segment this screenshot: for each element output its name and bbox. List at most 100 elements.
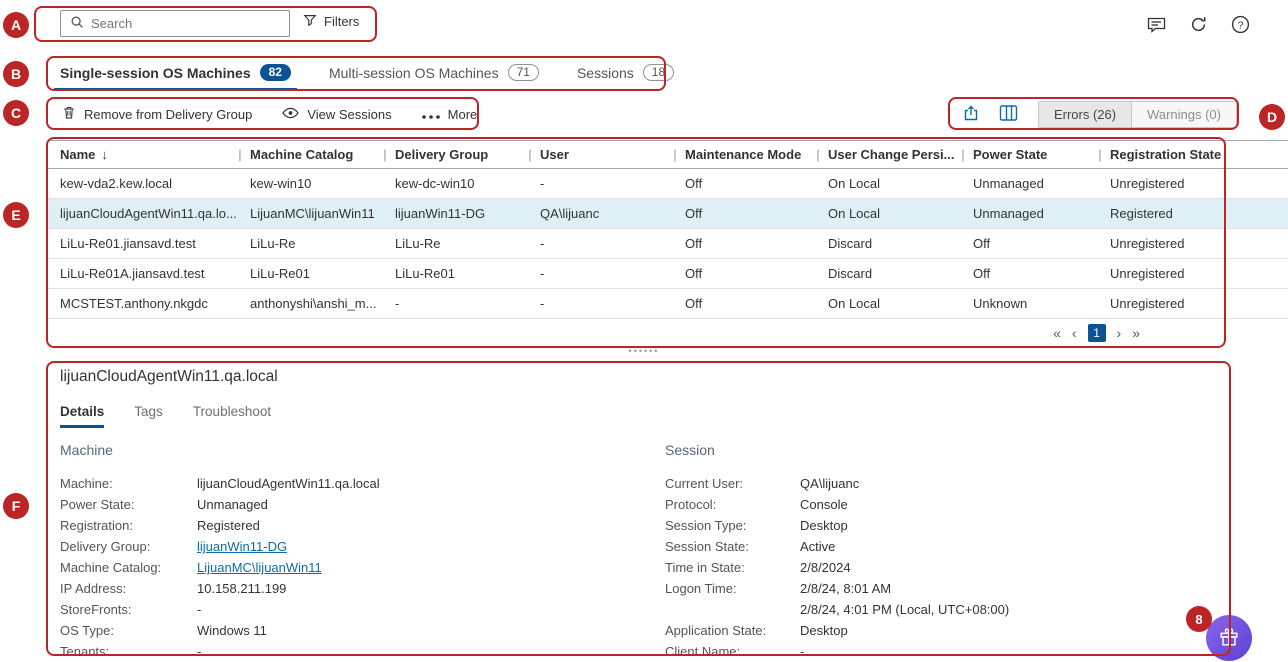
cell-power-state: Unknown bbox=[963, 296, 1100, 311]
column-header-name[interactable]: Name↓ bbox=[48, 147, 240, 162]
errors-warnings-toggle: Errors (26) Warnings (0) bbox=[1038, 101, 1237, 128]
machine-catalog-link[interactable]: LijuanMC\lijuanWin11 bbox=[197, 560, 322, 575]
field-delivery-group: Delivery Group: lijuanWin11-DG bbox=[60, 536, 380, 557]
field-storefronts: StoreFronts: - bbox=[60, 599, 380, 620]
cell-registration-state: Unregistered bbox=[1100, 236, 1288, 251]
column-header-maintenance-mode[interactable]: Maintenance Mode bbox=[675, 147, 818, 162]
column-header-registration-state[interactable]: Registration State bbox=[1100, 147, 1288, 162]
table-header-row: Name↓ Machine Catalog Delivery Group Use… bbox=[48, 140, 1288, 169]
tab-details[interactable]: Details bbox=[60, 404, 104, 428]
export-share-icon bbox=[963, 105, 979, 124]
tab-single-session-os-machines[interactable]: Single-session OS Machines 82 bbox=[60, 64, 291, 91]
field-value: - bbox=[197, 644, 201, 659]
cell-user: QA\lijuanc bbox=[530, 206, 675, 221]
cell-registration-state: Unregistered bbox=[1100, 176, 1288, 191]
column-header-user-change[interactable]: User Change Persi... bbox=[818, 147, 963, 162]
table-row-selected[interactable]: lijuanCloudAgentWin11.qa.lo... LijuanMC\… bbox=[48, 199, 1288, 229]
field-application-state: Application State: Desktop bbox=[665, 620, 1009, 641]
toolbar-right-group: Errors (26) Warnings (0) bbox=[963, 99, 1237, 129]
tab-multi-session-os-machines[interactable]: Multi-session OS Machines 71 bbox=[329, 64, 539, 91]
table-row[interactable]: MCSTEST.anthony.nkgdc anthonyshi\anshi_m… bbox=[48, 289, 1288, 319]
field-label: Current User: bbox=[665, 476, 800, 491]
columns-button[interactable] bbox=[999, 105, 1018, 124]
assistant-button[interactable] bbox=[1206, 615, 1252, 661]
session-section: Session Current User: QA\lijuanc Protoco… bbox=[665, 442, 1009, 662]
table-row[interactable]: kew-vda2.kew.local kew-win10 kew-dc-win1… bbox=[48, 169, 1288, 199]
current-page-button[interactable]: 1 bbox=[1088, 324, 1106, 342]
field-label: Session Type: bbox=[665, 518, 800, 533]
column-header-power-state[interactable]: Power State bbox=[963, 147, 1100, 162]
cell-registration-state: Unregistered bbox=[1100, 296, 1288, 311]
column-header-user[interactable]: User bbox=[530, 147, 675, 162]
search-icon bbox=[70, 15, 84, 32]
cell-user: - bbox=[530, 236, 675, 251]
tab-troubleshoot[interactable]: Troubleshoot bbox=[193, 404, 271, 428]
cell-power-state: Off bbox=[963, 266, 1100, 281]
refresh-icon bbox=[1190, 16, 1207, 36]
more-ellipsis-icon bbox=[422, 107, 440, 122]
cell-delivery-group: - bbox=[385, 296, 530, 311]
view-sessions-button[interactable]: View Sessions bbox=[282, 107, 391, 122]
refresh-button[interactable] bbox=[1190, 16, 1207, 36]
cell-user: - bbox=[530, 266, 675, 281]
toolbar-left-group: Remove from Delivery Group View Sessions… bbox=[62, 99, 477, 129]
delivery-group-link[interactable]: lijuanWin11-DG bbox=[197, 539, 287, 554]
details-panel: lijuanCloudAgentWin11.qa.local Details T… bbox=[0, 360, 1288, 662]
export-button[interactable] bbox=[963, 105, 979, 124]
tab-label: Single-session OS Machines bbox=[60, 65, 251, 81]
field-value: Active bbox=[800, 539, 835, 554]
tab-count-badge: 71 bbox=[508, 64, 539, 81]
search-input[interactable] bbox=[91, 16, 280, 31]
panel-splitter-handle[interactable]: •••••• bbox=[0, 346, 1288, 356]
column-header-delivery-group[interactable]: Delivery Group bbox=[385, 147, 530, 162]
cell-name: lijuanCloudAgentWin11.qa.lo... bbox=[48, 206, 240, 221]
feedback-button[interactable] bbox=[1147, 17, 1166, 36]
last-page-button[interactable]: » bbox=[1132, 325, 1140, 341]
cell-machine-catalog: LijuanMC\lijuanWin11 bbox=[240, 206, 385, 221]
previous-page-button[interactable]: ‹ bbox=[1072, 325, 1077, 341]
next-page-button[interactable]: › bbox=[1117, 325, 1122, 341]
cell-registration-state: Registered bbox=[1100, 206, 1288, 221]
filters-label: Filters bbox=[324, 14, 359, 29]
help-button[interactable]: ? bbox=[1231, 15, 1250, 37]
svg-text:?: ? bbox=[1238, 19, 1244, 31]
filters-button[interactable]: Filters bbox=[303, 13, 359, 30]
field-value: 10.158.211.199 bbox=[197, 581, 286, 596]
field-time-in-state: Time in State: 2/8/2024 bbox=[665, 557, 1009, 578]
cell-name: kew-vda2.kew.local bbox=[48, 176, 240, 191]
field-power-state: Power State: Unmanaged bbox=[60, 494, 380, 515]
more-button[interactable]: More bbox=[422, 107, 478, 122]
cell-user-change: Discard bbox=[818, 236, 963, 251]
tab-count-badge: 18 bbox=[643, 64, 674, 81]
field-value: Desktop bbox=[800, 518, 848, 533]
search-box[interactable] bbox=[60, 10, 290, 37]
trash-icon bbox=[62, 105, 76, 123]
field-client-name: Client Name: - bbox=[665, 641, 1009, 662]
cell-name: LiLu-Re01A.jiansavd.test bbox=[48, 266, 240, 281]
errors-toggle[interactable]: Errors (26) bbox=[1039, 102, 1132, 127]
cell-delivery-group: kew-dc-win10 bbox=[385, 176, 530, 191]
pagination: « ‹ 1 › » bbox=[48, 319, 1288, 347]
field-label: Power State: bbox=[60, 497, 197, 512]
column-header-machine-catalog[interactable]: Machine Catalog bbox=[240, 147, 385, 162]
field-value: 2/8/24, 4:01 PM (Local, UTC+08:00) bbox=[800, 602, 1009, 617]
field-label: Session State: bbox=[665, 539, 800, 554]
warnings-toggle[interactable]: Warnings (0) bbox=[1132, 102, 1236, 127]
cell-machine-catalog: kew-win10 bbox=[240, 176, 385, 191]
first-page-button[interactable]: « bbox=[1053, 325, 1061, 341]
tab-tags[interactable]: Tags bbox=[134, 404, 163, 428]
remove-from-delivery-group-button[interactable]: Remove from Delivery Group bbox=[62, 105, 252, 123]
cell-name: MCSTEST.anthony.nkgdc bbox=[48, 296, 240, 311]
cell-user: - bbox=[530, 296, 675, 311]
tab-sessions[interactable]: Sessions 18 bbox=[577, 64, 674, 91]
tab-count-badge: 82 bbox=[260, 64, 291, 81]
field-label: Registration: bbox=[60, 518, 197, 533]
filter-funnel-icon bbox=[303, 13, 317, 30]
field-label: Application State: bbox=[665, 623, 800, 638]
cell-maintenance-mode: Off bbox=[675, 236, 818, 251]
topbar-icons: ? bbox=[1147, 15, 1250, 37]
table-row[interactable]: LiLu-Re01A.jiansavd.test LiLu-Re01 LiLu-… bbox=[48, 259, 1288, 289]
table-row[interactable]: LiLu-Re01.jiansavd.test LiLu-Re LiLu-Re … bbox=[48, 229, 1288, 259]
field-ip-address: IP Address: 10.158.211.199 bbox=[60, 578, 380, 599]
field-session-type: Session Type: Desktop bbox=[665, 515, 1009, 536]
